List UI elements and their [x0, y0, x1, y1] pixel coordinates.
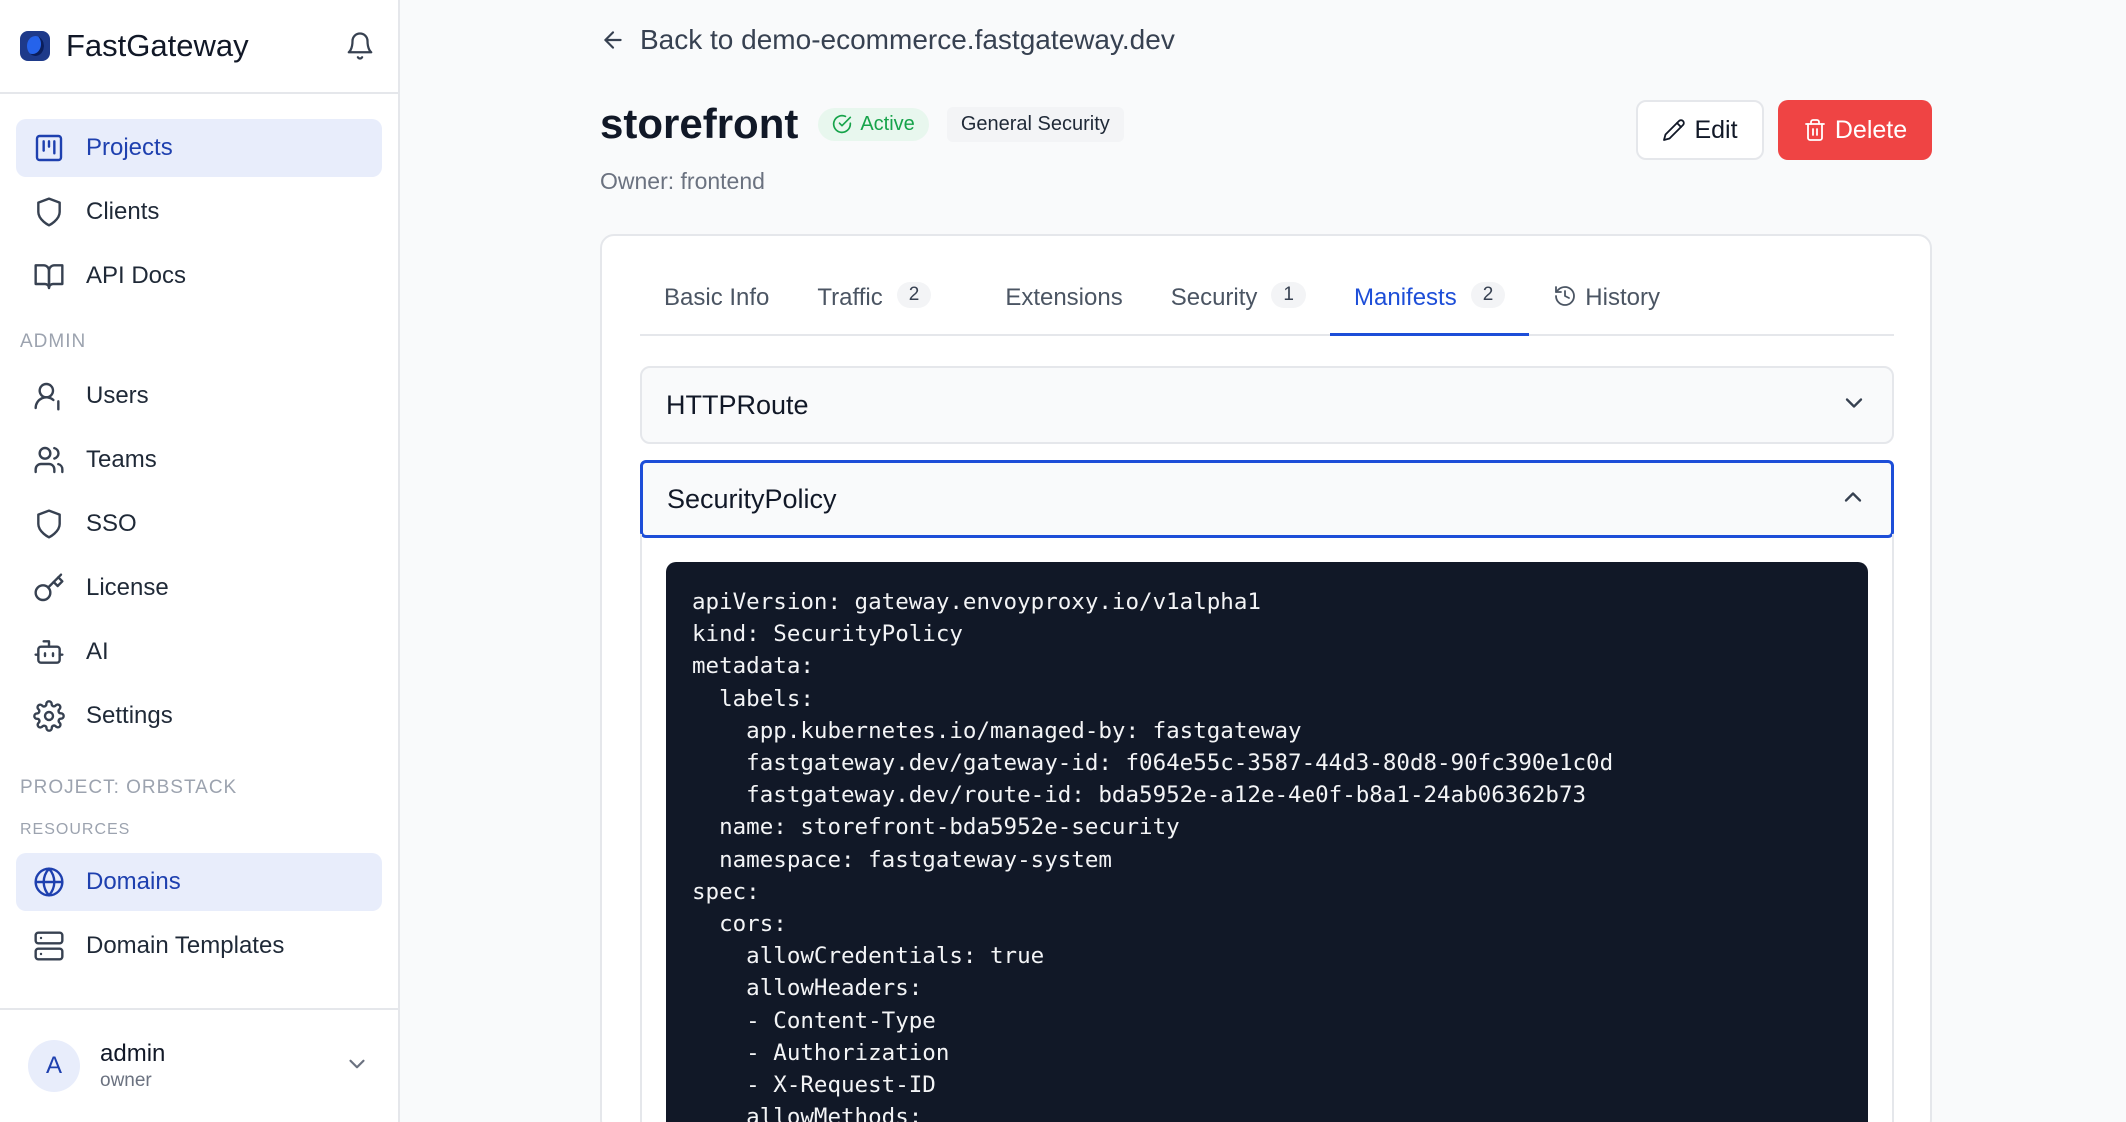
sidebar-item-clients[interactable]: Clients — [16, 183, 382, 241]
sidebar-item-teams[interactable]: Teams — [16, 431, 382, 489]
project-section-label: PROJECT: ORBSTACK — [20, 777, 238, 798]
tab-extensions[interactable]: Extensions — [955, 284, 1146, 336]
admin-section-label: ADMIN — [20, 331, 87, 352]
sidebar-item-domain-templates[interactable]: Domain Templates — [16, 917, 382, 975]
sidebar-item-label: License — [86, 574, 169, 601]
tab-traffic[interactable]: Traffic 2 — [793, 282, 955, 336]
tab-label: Basic Info — [664, 284, 770, 311]
tab-security[interactable]: Security 1 — [1147, 282, 1330, 336]
tab-bar: Basic Info Traffic 2 Extensions Security… — [640, 282, 1894, 336]
sidebar-item-label: API Docs — [86, 262, 187, 289]
fastgateway-logo-icon — [20, 31, 50, 61]
app-name: FastGateway — [66, 28, 249, 63]
sidebar-item-label: Clients — [86, 198, 160, 225]
accordion-title: HTTPRoute — [666, 389, 809, 420]
status-badge: Active — [818, 107, 929, 141]
tab-label: History — [1585, 284, 1660, 311]
accordion-body: apiVersion: gateway.envoyproxy.io/v1alph… — [640, 534, 1894, 1122]
page-title: storefront — [600, 100, 799, 147]
detail-card: Basic Info Traffic 2 Extensions Security… — [600, 234, 1932, 1122]
delete-label: Delete — [1834, 115, 1908, 144]
trash-icon — [1803, 118, 1827, 142]
user-icon — [32, 379, 66, 413]
plan-badge: General Security — [946, 106, 1124, 142]
sidebar-item-domains[interactable]: Domains — [16, 853, 382, 911]
sidebar-item-sso[interactable]: SSO — [16, 495, 382, 553]
edit-button[interactable]: Edit — [1636, 100, 1764, 160]
user-info: admin owner — [100, 1040, 344, 1092]
sidebar-item-ai[interactable]: AI — [16, 623, 382, 681]
back-link[interactable]: Back to demo-ecommerce.fastgateway.dev — [600, 24, 1175, 56]
accordion-title: SecurityPolicy — [667, 483, 837, 514]
key-icon — [32, 571, 66, 605]
server-icon — [32, 929, 66, 963]
tab-count-badge: 2 — [1470, 282, 1506, 308]
user-role: owner — [100, 1070, 152, 1091]
sidebar-item-label: Projects — [86, 134, 173, 161]
shield-icon — [32, 195, 66, 229]
projects-icon — [32, 131, 66, 165]
tab-label: Extensions — [1005, 284, 1123, 311]
tab-label: Security — [1170, 284, 1258, 311]
sidebar-item-settings[interactable]: Settings — [16, 687, 382, 745]
sidebar-item-label: Teams — [86, 446, 157, 473]
sidebar-item-label: SSO — [86, 510, 137, 537]
chevron-down-icon[interactable] — [344, 1051, 370, 1082]
chevron-down-icon — [1840, 389, 1868, 422]
tab-label: Manifests — [1354, 284, 1457, 311]
users-icon — [32, 443, 66, 477]
chevron-up-icon — [1839, 483, 1867, 516]
tab-count-badge: 1 — [1271, 282, 1306, 308]
accordion-securitypolicy[interactable]: SecurityPolicy — [640, 460, 1894, 538]
main-content: Back to demo-ecommerce.fastgateway.dev s… — [400, 0, 2126, 1122]
delete-button[interactable]: Delete — [1778, 100, 1932, 160]
sidebar: FastGateway Projects Clients API Docs AD… — [0, 0, 400, 1122]
sidebar-item-license[interactable]: License — [16, 559, 382, 617]
owner-line: Owner: frontend — [600, 168, 765, 194]
manifest-code-block[interactable]: apiVersion: gateway.envoyproxy.io/v1alph… — [666, 562, 1868, 1122]
gear-icon — [32, 699, 66, 733]
bell-icon[interactable] — [342, 28, 378, 64]
sidebar-nav: Projects Clients API Docs — [0, 94, 398, 305]
sidebar-item-label: AI — [86, 638, 109, 665]
admin-nav: Users Teams SSO License AI Settings — [0, 367, 398, 745]
sidebar-item-users[interactable]: Users — [16, 367, 382, 425]
bot-icon — [32, 635, 66, 669]
arrow-left-icon — [600, 27, 626, 53]
title-row: storefront Active General Security — [600, 100, 1124, 148]
tab-history[interactable]: History — [1529, 284, 1684, 336]
edit-label: Edit — [1694, 115, 1738, 144]
tab-label: Traffic — [817, 284, 883, 311]
resources-nav: Domains Domain Templates — [0, 853, 398, 975]
check-circle-icon — [832, 114, 852, 134]
book-icon — [32, 259, 66, 293]
shield-icon — [32, 507, 66, 541]
status-label: Active — [860, 112, 915, 135]
sidebar-item-api-docs[interactable]: API Docs — [16, 247, 382, 305]
user-name: admin — [100, 1040, 166, 1067]
sidebar-item-label: Domain Templates — [86, 932, 285, 959]
tab-basic-info[interactable]: Basic Info — [640, 284, 793, 336]
brand-header: FastGateway — [0, 0, 398, 94]
back-link-label: Back to demo-ecommerce.fastgateway.dev — [640, 24, 1175, 55]
user-menu[interactable]: A admin owner — [0, 1008, 398, 1122]
accordion-httproute[interactable]: HTTPRoute — [640, 366, 1894, 444]
pencil-icon — [1662, 118, 1686, 142]
globe-icon — [32, 865, 66, 899]
sidebar-item-label: Users — [86, 382, 149, 409]
history-icon — [1553, 284, 1577, 308]
sidebar-item-label: Domains — [86, 868, 181, 895]
tab-manifests[interactable]: Manifests 2 — [1330, 282, 1530, 336]
sidebar-item-projects[interactable]: Projects — [16, 119, 382, 177]
avatar: A — [28, 1040, 80, 1092]
tab-count-badge: 2 — [896, 282, 932, 308]
sidebar-item-label: Settings — [86, 702, 173, 729]
resources-section-label: RESOURCES — [20, 821, 131, 838]
